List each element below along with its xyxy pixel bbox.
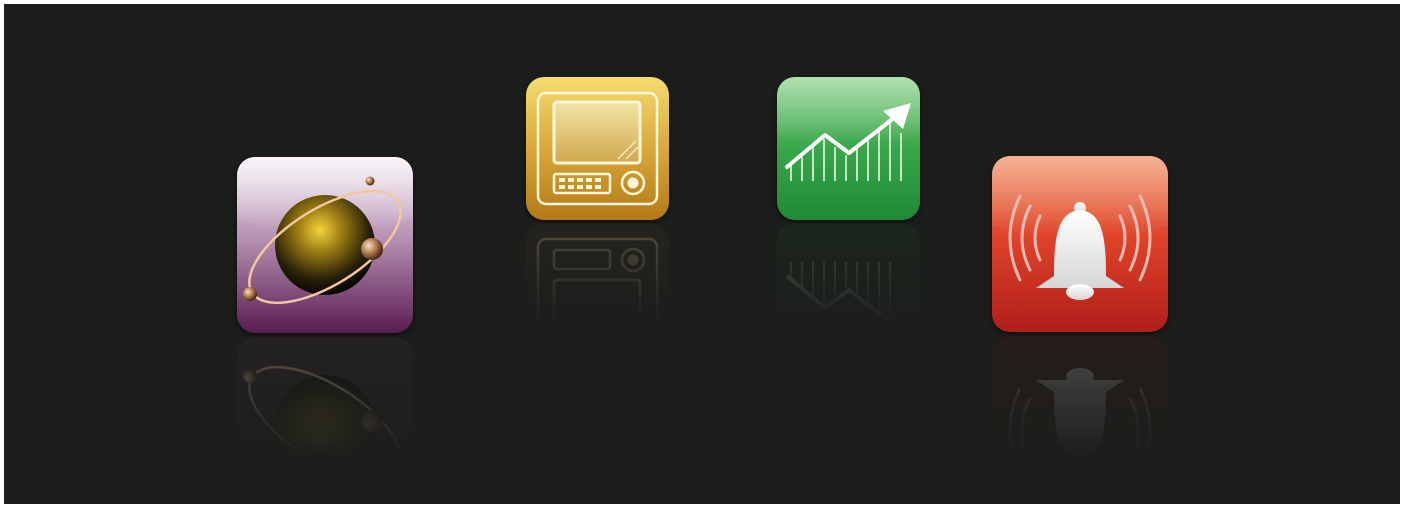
chart-app-icon[interactable] (777, 77, 920, 220)
alarm-icon-reflection (992, 336, 1168, 504)
monitor-icon-reflection (526, 223, 669, 366)
monitor-icon (526, 77, 669, 220)
alarm-app-icon[interactable] (992, 156, 1168, 332)
orbit-app-icon[interactable] (237, 157, 413, 333)
icon-showcase-stage (4, 4, 1400, 504)
planet-icon (237, 157, 413, 333)
orbit-icon-reflection (237, 337, 413, 504)
bell-icon (992, 156, 1168, 332)
rising-chart-icon (777, 77, 920, 220)
monitor-app-icon[interactable] (526, 77, 669, 220)
chart-icon-reflection (777, 223, 920, 366)
